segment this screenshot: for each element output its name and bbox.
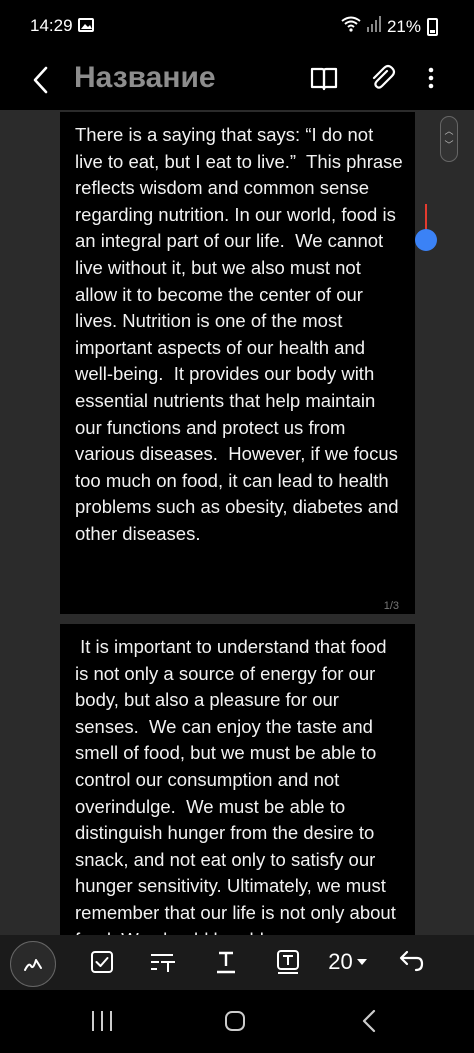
page-2[interactable]: It is important to understand that food … bbox=[60, 624, 415, 935]
status-time: 14:29 bbox=[30, 16, 73, 35]
nav-back-icon[interactable] bbox=[360, 1008, 378, 1034]
pen-mode-button[interactable] bbox=[10, 941, 56, 987]
reading-mode-icon[interactable] bbox=[308, 62, 340, 94]
attach-icon[interactable] bbox=[366, 62, 398, 94]
status-bar: 14:29 21% bbox=[0, 0, 474, 52]
app-bar: Название bbox=[0, 52, 474, 110]
text-align-icon[interactable] bbox=[148, 945, 178, 979]
system-nav-bar bbox=[0, 990, 474, 1053]
page-number: 1/3 bbox=[383, 600, 399, 612]
page-scroll-control[interactable]: ︿ ﹀ bbox=[440, 116, 458, 162]
home-icon[interactable] bbox=[224, 1010, 246, 1032]
undo-icon[interactable] bbox=[396, 945, 426, 979]
wifi-icon bbox=[341, 16, 361, 37]
status-right: 21% bbox=[341, 16, 438, 37]
text-cursor bbox=[425, 204, 427, 232]
text-style-icon[interactable] bbox=[212, 945, 240, 979]
battery-percent: 21% bbox=[386, 16, 421, 36]
formatting-toolbar: 20 bbox=[0, 935, 474, 990]
text-box-icon[interactable] bbox=[274, 945, 302, 979]
note-canvas[interactable]: There is a saying that says: “I do not l… bbox=[0, 110, 474, 935]
page-1-text[interactable]: There is a saying that says: “I do not l… bbox=[75, 122, 405, 548]
page-2-text[interactable]: It is important to understand that food … bbox=[75, 634, 405, 935]
battery-icon bbox=[427, 17, 438, 36]
signal-icon bbox=[366, 16, 381, 37]
font-size-select[interactable]: 20 bbox=[322, 945, 374, 979]
more-options-icon[interactable] bbox=[420, 62, 442, 94]
gallery-notification-icon bbox=[78, 18, 94, 32]
caret-down-icon bbox=[356, 959, 367, 965]
recent-apps-icon[interactable] bbox=[90, 1010, 114, 1032]
page-1[interactable]: There is a saying that says: “I do not l… bbox=[60, 112, 437, 614]
checkbox-icon[interactable] bbox=[88, 945, 116, 979]
cursor-handle[interactable] bbox=[415, 229, 437, 251]
chevron-down-icon[interactable]: ﹀ bbox=[441, 138, 457, 152]
back-button[interactable] bbox=[26, 62, 62, 98]
font-size-value: 20 bbox=[328, 949, 353, 974]
note-title[interactable]: Название bbox=[74, 61, 216, 95]
chevron-up-icon[interactable]: ︿ bbox=[441, 124, 457, 138]
